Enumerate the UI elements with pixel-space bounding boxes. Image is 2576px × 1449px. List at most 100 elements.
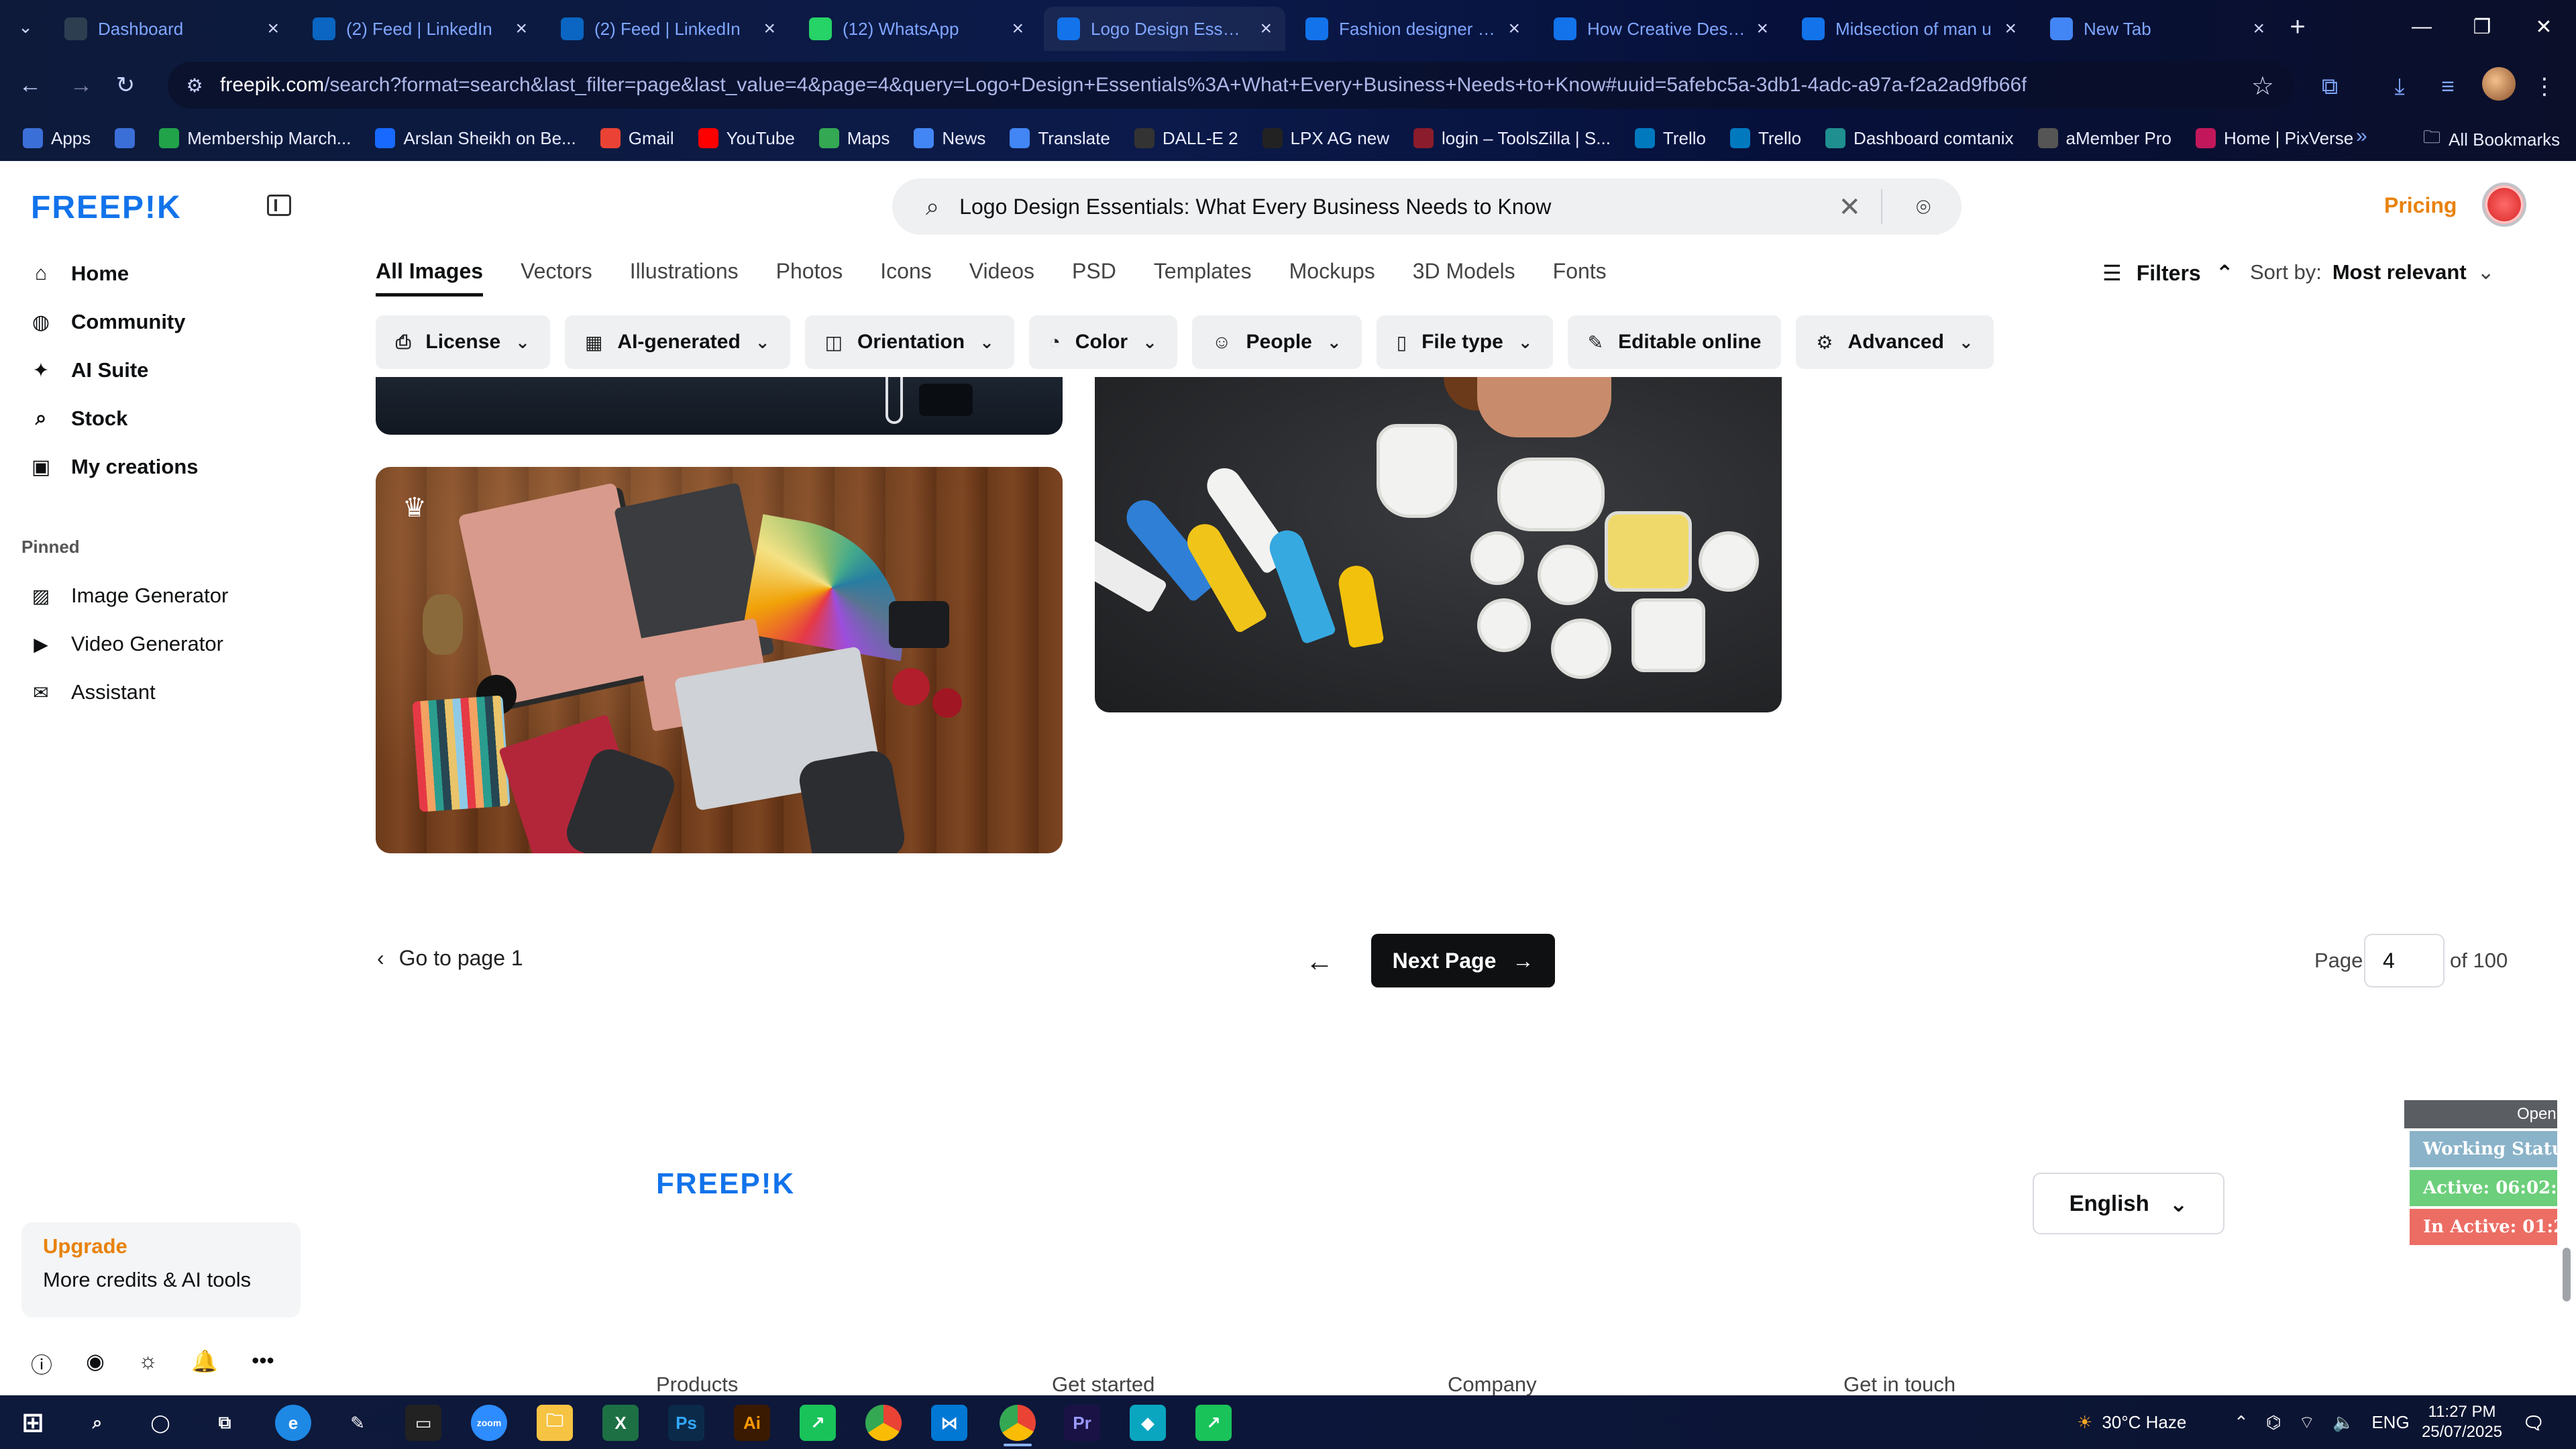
- tool-icon[interactable]: ↗: [800, 1405, 836, 1441]
- bookmark-item[interactable]: Trello: [1729, 128, 1801, 149]
- discord-icon[interactable]: ◉: [86, 1348, 105, 1379]
- volume-icon[interactable]: 🔈: [2332, 1412, 2354, 1433]
- bookmark-item[interactable]: News: [914, 128, 985, 149]
- pricing-link[interactable]: Pricing: [2384, 193, 2457, 218]
- pen-icon[interactable]: ✎: [339, 1405, 376, 1441]
- browser-tab[interactable]: How Creative Design ×: [1540, 7, 1782, 51]
- filter-chip[interactable]: ✎ Editable online: [1567, 315, 1782, 369]
- bookmark-item[interactable]: DALL-E 2: [1134, 128, 1238, 149]
- bookmark-item[interactable]: Gmail: [600, 128, 674, 149]
- bookmark-star-icon[interactable]: ☆: [2251, 71, 2274, 101]
- excel-icon[interactable]: X: [602, 1405, 639, 1441]
- page-number-input[interactable]: 4: [2364, 934, 2445, 987]
- pinned-item[interactable]: ▨ Image Generator: [31, 577, 229, 614]
- sidebar-item[interactable]: ✦ AI Suite: [31, 352, 148, 389]
- windows-start-icon[interactable]: ⊞: [15, 1405, 51, 1441]
- sidebar-item[interactable]: ▣ My creations: [31, 448, 199, 486]
- extensions-icon[interactable]: ⧉: [2313, 70, 2347, 103]
- browser-tab[interactable]: New Tab ×: [2037, 7, 2278, 51]
- browser-tab[interactable]: (2) Feed | LinkedIn ×: [547, 7, 789, 51]
- close-tab-icon[interactable]: ×: [515, 17, 527, 40]
- help-icon[interactable]: ⓘ: [31, 1348, 52, 1379]
- search-icon[interactable]: ⌕: [79, 1405, 115, 1441]
- collapse-sidebar-icon[interactable]: [267, 195, 291, 216]
- previous-page-button[interactable]: ←: [1295, 936, 1344, 986]
- browser-tab[interactable]: Dashboard ×: [51, 7, 292, 51]
- browser-tab[interactable]: Fashion designer ske ×: [1292, 7, 1534, 51]
- app-icon[interactable]: ◆: [1130, 1405, 1166, 1441]
- filter-chip[interactable]: ▦ AI-generated ⌄: [564, 315, 790, 369]
- close-tab-icon[interactable]: ×: [1012, 17, 1024, 40]
- result-image-cookies[interactable]: [1095, 377, 1782, 712]
- chrome-active-icon[interactable]: [1000, 1405, 1036, 1446]
- filter-chip[interactable]: ⚙ Advanced ⌄: [1796, 315, 1994, 369]
- minimize-icon[interactable]: —: [2390, 0, 2454, 54]
- all-bookmarks-button[interactable]: 🗀 All Bookmarks: [2423, 125, 2560, 154]
- filters-button[interactable]: ☰ Filters ⌃: [2102, 260, 2234, 286]
- tool-icon[interactable]: ↗: [1195, 1405, 1232, 1441]
- more-icon[interactable]: •••: [252, 1348, 274, 1379]
- bookmark-item[interactable]: YouTube: [698, 128, 795, 149]
- omnibox[interactable]: ⚙ freepik.com/search?format=search&last_…: [168, 62, 2294, 109]
- bookmark-item[interactable]: Arslan Sheikh on Be...: [375, 128, 576, 149]
- notifications-icon[interactable]: 🗨: [2516, 1405, 2552, 1441]
- file-explorer-icon[interactable]: 🗀: [537, 1405, 573, 1441]
- upgrade-card[interactable]: Upgrade More credits & AI tools: [21, 1222, 301, 1318]
- category-tab[interactable]: Templates: [1154, 259, 1252, 297]
- next-page-button[interactable]: Next Page →: [1371, 934, 1555, 987]
- category-tab[interactable]: Photos: [776, 259, 843, 297]
- browser-tab[interactable]: Midsection of man u ×: [1788, 7, 2030, 51]
- category-tab[interactable]: Videos: [969, 259, 1034, 297]
- bookmark-item[interactable]: Maps: [818, 128, 890, 149]
- close-tab-icon[interactable]: ×: [267, 17, 279, 40]
- close-window-icon[interactable]: ✕: [2512, 0, 2576, 54]
- sort-dropdown[interactable]: Sort by: Most relevant ⌄: [2250, 260, 2495, 284]
- search-bar[interactable]: ⌕ Logo Design Essentials: What Every Bus…: [892, 178, 1962, 235]
- browser-tab[interactable]: (2) Feed | LinkedIn ×: [299, 7, 541, 51]
- user-avatar[interactable]: [2482, 182, 2526, 227]
- filter-chip[interactable]: ⎙ License ⌄: [376, 315, 550, 369]
- bookmark-item[interactable]: [115, 128, 136, 148]
- close-tab-icon[interactable]: ×: [1508, 17, 1520, 40]
- site-info-icon[interactable]: ⚙: [182, 73, 207, 97]
- downloads-icon[interactable]: ⤓: [2383, 70, 2416, 103]
- close-tab-icon[interactable]: ×: [2253, 17, 2265, 40]
- camera-search-icon[interactable]: ⌾: [1916, 193, 1931, 222]
- more-bookmarks-icon[interactable]: »: [2356, 125, 2367, 148]
- result-image-desk[interactable]: ♛: [376, 467, 1063, 853]
- back-icon[interactable]: ←: [13, 68, 47, 102]
- browser-tab[interactable]: (12) WhatsApp ×: [796, 7, 1037, 51]
- category-tab[interactable]: Illustrations: [630, 259, 739, 297]
- close-tab-icon[interactable]: ×: [1756, 17, 1768, 40]
- category-tab[interactable]: 3D Models: [1413, 259, 1515, 297]
- category-tab[interactable]: Vectors: [521, 259, 592, 297]
- chrome-menu-icon[interactable]: ⋮: [2528, 70, 2561, 103]
- bookmark-item[interactable]: Home | PixVerse: [2196, 128, 2353, 149]
- reload-icon[interactable]: ↻: [109, 68, 142, 102]
- forward-icon[interactable]: →: [64, 68, 98, 102]
- footer-freepik-logo[interactable]: FREEP!K: [656, 1167, 795, 1201]
- profile-avatar[interactable]: [2482, 67, 2516, 101]
- pinned-item[interactable]: ▶ Video Generator: [31, 625, 223, 663]
- edge-icon[interactable]: e: [275, 1405, 311, 1441]
- sidebar-item[interactable]: ◍ Community: [31, 303, 186, 341]
- url-text[interactable]: freepik.com/search?format=search&last_fi…: [220, 74, 2027, 97]
- media-controls-icon[interactable]: ≡: [2431, 70, 2465, 103]
- theme-sun-icon[interactable]: ☼: [138, 1348, 158, 1379]
- vscode-icon[interactable]: ⋈: [931, 1405, 967, 1441]
- sidebar-item[interactable]: ⌂ Home: [31, 255, 129, 292]
- new-tab-button[interactable]: +: [2281, 12, 2314, 42]
- category-tab[interactable]: Mockups: [1289, 259, 1375, 297]
- illustrator-icon[interactable]: Ai: [734, 1405, 770, 1441]
- page-scrollbar[interactable]: [2557, 161, 2576, 1395]
- weather-widget[interactable]: ☀ 30°C Haze: [2077, 1395, 2186, 1449]
- filter-chip[interactable]: ☺ People ⌄: [1191, 315, 1362, 369]
- tab-search-chevron-icon[interactable]: ⌄: [8, 12, 43, 42]
- restore-icon[interactable]: ❐: [2450, 0, 2514, 54]
- clock[interactable]: 11:27 PM 25/07/2025: [2408, 1402, 2516, 1442]
- category-tab[interactable]: All Images: [376, 259, 484, 297]
- language-indicator[interactable]: ENG: [2371, 1412, 2409, 1433]
- network-icon[interactable]: ⌬: [2266, 1412, 2282, 1433]
- pinned-item[interactable]: ✉ Assistant: [31, 674, 156, 711]
- language-select[interactable]: English ⌄: [2033, 1173, 2224, 1234]
